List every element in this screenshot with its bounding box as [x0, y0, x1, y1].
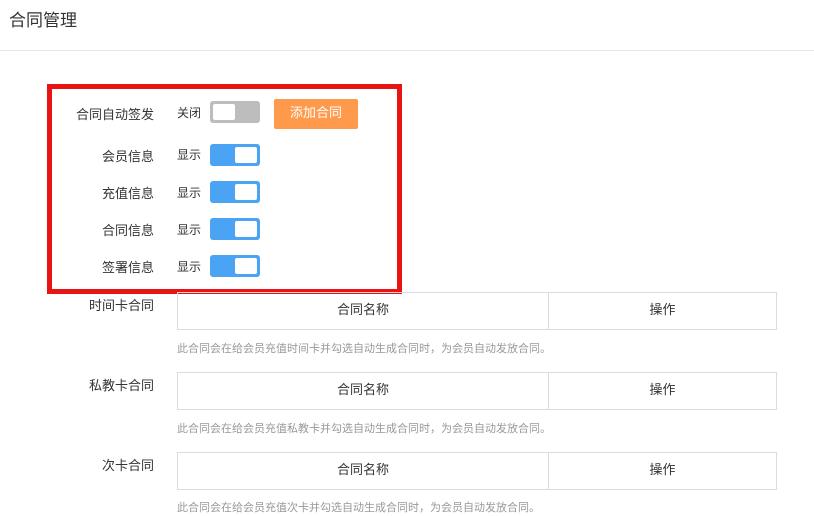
column-header-contract-name: 合同名称: [178, 373, 549, 409]
toggle-auto-sign[interactable]: [210, 101, 260, 123]
contract-table-count-card: 合同名称 操作: [177, 452, 777, 490]
setting-state-member-info: 显示: [177, 148, 202, 162]
add-contract-button[interactable]: 添加合同: [274, 99, 358, 129]
toggle-contract-info[interactable]: [210, 218, 260, 240]
setting-state-recharge-info: 显示: [177, 186, 202, 200]
toggle-knob: [235, 147, 257, 163]
column-header-contract-name: 合同名称: [178, 453, 549, 489]
setting-label-auto-sign: 合同自动签发: [75, 108, 154, 123]
column-header-actions: 操作: [649, 463, 676, 478]
section-label-time-card: 时间卡合同: [88, 299, 154, 314]
toggle-knob: [213, 104, 235, 120]
page-title: 合同管理: [9, 11, 77, 31]
toggle-member-info[interactable]: [210, 144, 260, 166]
setting-state-auto-sign: 关闭: [177, 106, 202, 120]
toggle-knob: [235, 258, 257, 274]
toggle-recharge-info[interactable]: [210, 181, 260, 203]
setting-label-recharge-info: 充值信息: [101, 187, 154, 202]
setting-label-member-info: 会员信息: [101, 150, 154, 165]
setting-label-contract-info: 合同信息: [101, 224, 154, 239]
hint-count-card: 此合同会在给会员充值次卡并勾选自动生成合同时，为会员自动发放合同。: [177, 501, 540, 514]
toggle-sign-info[interactable]: [210, 255, 260, 277]
header-divider: [0, 50, 814, 51]
column-header-contract-name: 合同名称: [178, 293, 549, 329]
contract-table-time-card: 合同名称 操作: [177, 292, 777, 330]
section-label-private-card: 私教卡合同: [88, 379, 154, 394]
column-header-actions: 操作: [649, 383, 676, 398]
column-header-actions: 操作: [649, 303, 676, 318]
contract-table-private-card: 合同名称 操作: [177, 372, 777, 410]
setting-state-sign-info: 显示: [177, 260, 202, 274]
setting-state-contract-info: 显示: [177, 223, 202, 237]
toggle-knob: [235, 221, 257, 237]
setting-label-sign-info: 签署信息: [101, 261, 154, 276]
toggle-knob: [235, 184, 257, 200]
section-label-count-card: 次卡合同: [101, 459, 154, 474]
hint-private-card: 此合同会在给会员充值私教卡并勾选自动生成合同时，为会员自动发放合同。: [177, 422, 551, 435]
hint-time-card: 此合同会在给会员充值时间卡并勾选自动生成合同时，为会员自动发放合同。: [177, 342, 551, 355]
